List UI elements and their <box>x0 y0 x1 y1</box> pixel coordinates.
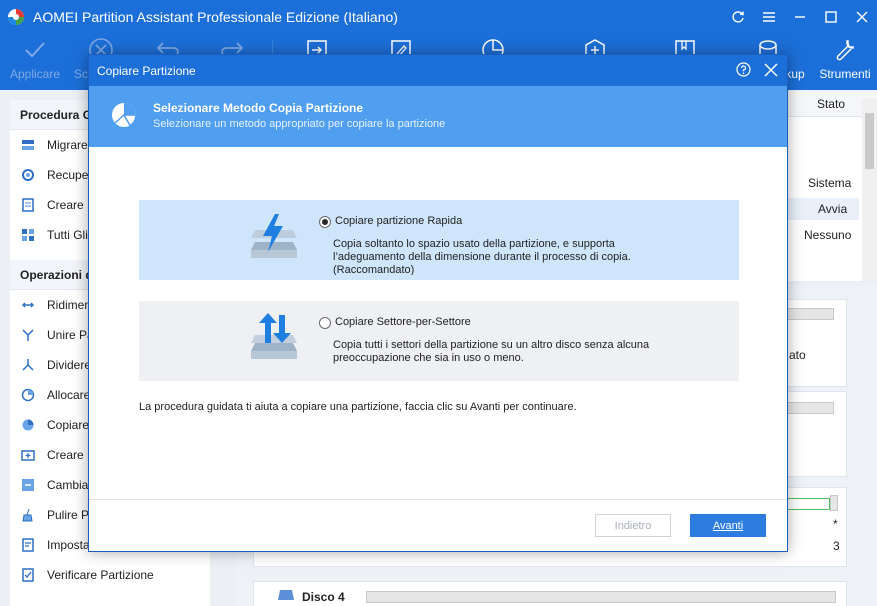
disk4-label: Disco 4 <box>302 590 345 604</box>
minimize-button[interactable] <box>784 0 815 33</box>
maximize-icon <box>824 10 837 23</box>
fast-copy-label[interactable]: Copiare partizione Rapida <box>335 215 462 227</box>
sector-copy-icon <box>251 313 297 359</box>
sidebar-item-label: Verificare Partizione <box>47 568 154 582</box>
sidebar-item-label: Allocare <box>47 388 91 402</box>
tools-label: Strumenti <box>819 67 871 81</box>
merge-icon <box>20 327 36 343</box>
refresh-icon <box>731 10 744 23</box>
back-button[interactable]: Indietro <box>595 514 671 537</box>
refresh-button[interactable] <box>722 0 753 33</box>
option-sector-copy[interactable]: Copiare Settore-per-Settore Copia tutti … <box>139 301 739 381</box>
split-icon <box>20 357 36 373</box>
status-cell: Sistema <box>808 176 852 190</box>
apply-label: Applicare <box>9 67 61 81</box>
copy-icon <box>20 417 36 433</box>
migrate-disk-icon <box>20 137 36 153</box>
checkmark-icon <box>25 42 45 58</box>
partition-bar[interactable] <box>784 498 830 510</box>
apply-button[interactable]: Applicare <box>2 33 68 90</box>
tools-button[interactable]: Strumenti <box>812 33 877 90</box>
app-title: AOMEI Partition Assistant Professionale … <box>33 8 398 25</box>
next-button[interactable]: Avanti <box>690 514 766 537</box>
partition-bar[interactable] <box>784 308 834 320</box>
column-header-status[interactable]: Stato <box>817 97 845 111</box>
sidebar-item-verify[interactable]: Verificare Partizione <box>10 560 210 590</box>
media-icon <box>20 197 36 213</box>
help-icon[interactable] <box>736 62 751 77</box>
dialog-titlebar: Copiare Partizione <box>89 55 787 86</box>
verify-icon <box>20 567 36 583</box>
disk-side-text: * <box>833 517 838 531</box>
change-icon <box>20 477 36 493</box>
menu-icon <box>762 11 775 22</box>
sidebar-item-label: Impostar <box>47 538 94 552</box>
menu-button[interactable] <box>753 0 784 33</box>
create-partition-icon <box>20 447 36 463</box>
dialog-header-subtitle: Selezionare un metodo appropriato per co… <box>153 118 446 130</box>
fast-copy-icon <box>251 214 297 258</box>
grid-icon <box>20 227 36 243</box>
close-icon[interactable] <box>763 62 779 78</box>
aomei-logo-icon <box>8 8 24 25</box>
status-cell: Nessuno <box>804 228 852 242</box>
app-titlebar: AOMEI Partition Assistant Professionale … <box>0 0 877 33</box>
broom-icon <box>20 507 36 523</box>
sidebar-item-label: Unire Pa <box>47 328 94 342</box>
sector-copy-radio[interactable] <box>319 317 331 329</box>
sidebar-item-label: Copiare <box>47 418 90 432</box>
window-controls <box>722 0 877 33</box>
dialog-header: Selezionare Metodo Copia Partizione Sele… <box>89 86 787 147</box>
disk-icon <box>278 590 294 600</box>
close-icon <box>856 11 867 22</box>
disk-side-text: 3 <box>833 539 840 553</box>
resize-icon <box>20 297 36 313</box>
fast-copy-radio[interactable] <box>319 216 331 228</box>
dialog-title: Copiare Partizione <box>97 63 196 78</box>
recover-icon <box>20 167 36 183</box>
partition-bar[interactable] <box>784 402 834 414</box>
sidebar-item-label: Recuper <box>47 168 93 182</box>
sidebar-item-label: Dividere <box>47 358 92 372</box>
partition-bar-small[interactable] <box>830 495 838 511</box>
dialog-header-title: Selezionare Metodo Copia Partizione <box>153 101 364 115</box>
sidebar-item-label: Migrare <box>47 138 88 152</box>
disk-card[interactable]: Disco 4 <box>253 581 847 606</box>
wrench-icon <box>836 40 854 61</box>
copy-partition-dialog: Copiare Partizione Selezionare Metodo Co… <box>88 54 788 552</box>
settings-doc-icon <box>20 537 36 553</box>
close-window-button[interactable] <box>846 0 877 33</box>
vertical-scrollbar[interactable] <box>862 99 877 281</box>
backup-label: kup <box>785 67 805 81</box>
maximize-button[interactable] <box>815 0 846 33</box>
sector-copy-description: Copia tutti i settori della partizione s… <box>333 339 650 364</box>
sector-copy-label[interactable]: Copiare Settore-per-Settore <box>335 316 471 328</box>
fast-copy-description: Copia soltanto lo spazio usato della par… <box>333 238 631 275</box>
option-fast-copy[interactable]: Copiare partizione Rapida Copia soltanto… <box>139 200 739 280</box>
undo-label: Sc <box>73 67 88 81</box>
dialog-footer: Indietro Avanti <box>89 499 787 551</box>
allocate-icon <box>20 387 36 403</box>
partition-bar[interactable] <box>366 591 836 603</box>
minimize-icon <box>794 15 805 18</box>
status-cell: Avvia <box>818 202 848 216</box>
scrollbar-thumb[interactable] <box>865 113 874 169</box>
wizard-info-text: La procedura guidata ti aiuta a copiare … <box>139 401 577 413</box>
copy-partition-icon <box>112 103 137 127</box>
disk-side-text: ato <box>789 348 806 362</box>
